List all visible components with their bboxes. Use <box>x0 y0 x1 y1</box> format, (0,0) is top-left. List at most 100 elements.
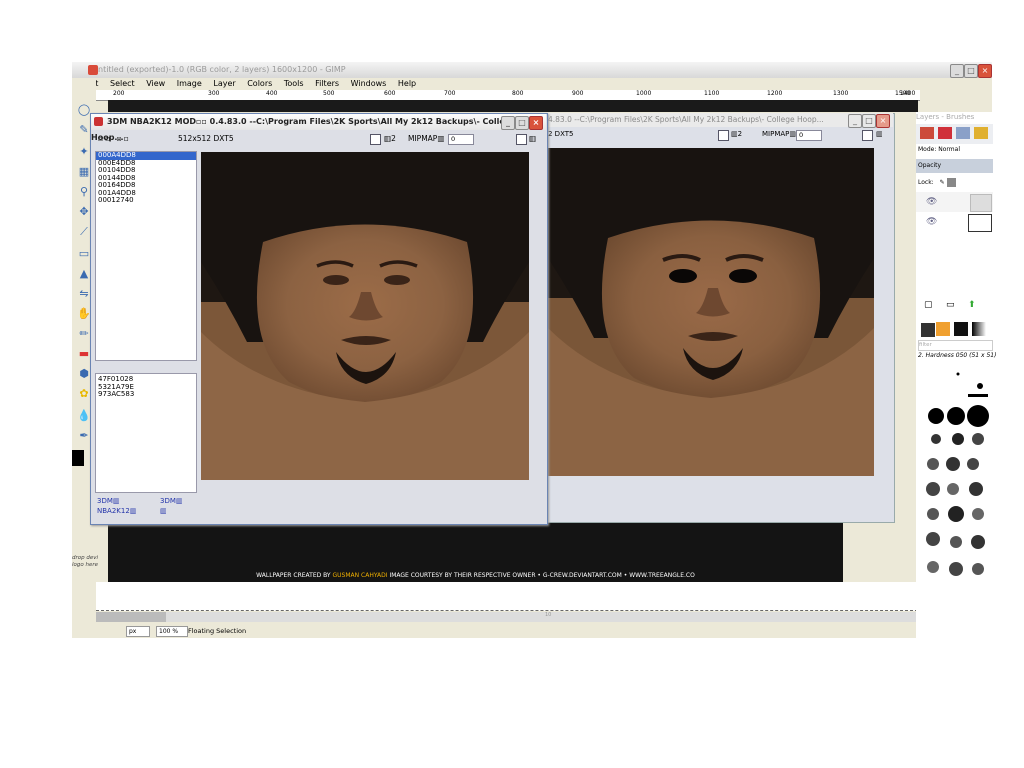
palettes-tab-icon[interactable] <box>972 322 986 336</box>
layer-row-floating[interactable]: 👁 <box>916 192 993 212</box>
credit-author: GUSMAN CAHYADI <box>332 572 388 579</box>
zoom-select[interactable]: 100 % <box>156 626 188 637</box>
ruler-tick: 1500 <box>895 90 911 97</box>
option-checkbox-2[interactable] <box>862 130 873 141</box>
close-icon[interactable]: × <box>978 64 992 78</box>
ruler-tick: 1000 <box>636 90 652 97</box>
brush-swatches <box>926 372 989 576</box>
texture-preview-original[interactable] <box>201 152 529 480</box>
gimp-title: ntitled (exported)-1.0 (RGB color, 2 lay… <box>98 65 346 74</box>
blur-icon[interactable]: 💧 <box>77 410 91 422</box>
brushes-tab-icon[interactable] <box>920 322 936 338</box>
color-select-icon[interactable]: ▦ <box>77 166 91 178</box>
eye-icon[interactable]: 👁 <box>926 217 937 227</box>
maximize-icon[interactable]: □ <box>964 64 978 78</box>
mipmap-spinner[interactable]: 0 <box>448 134 474 145</box>
ruler-tick: 400 <box>266 90 278 97</box>
cage-icon[interactable]: ✋ <box>77 308 91 320</box>
layer-row-background[interactable]: 👁 <box>916 212 993 232</box>
channels-tab-icon[interactable] <box>938 127 952 139</box>
option-label: ▥2 <box>384 134 396 143</box>
smudge-icon[interactable]: ✒ <box>77 430 91 442</box>
heal-icon[interactable]: ✿ <box>77 388 91 400</box>
list-item[interactable]: 00012740 <box>96 196 196 205</box>
brush-name: 2. Hardness 050 (51 x 51) <box>918 352 997 359</box>
lasso-icon[interactable]: ✎ <box>77 124 91 136</box>
tool-window-back-toolbar: 2 DXT5 ▥2 MIPMAP▥ 0 ▥ <box>540 128 893 141</box>
menu-image[interactable]: Image <box>177 79 202 88</box>
move-icon[interactable]: ✥ <box>77 206 91 218</box>
maximize-icon[interactable]: □ <box>862 114 876 128</box>
horizontal-scrollbar[interactable] <box>96 612 918 622</box>
brush-filter-input[interactable]: filter <box>918 340 993 351</box>
layers-tab-icon[interactable] <box>920 127 934 139</box>
brush-tabs <box>916 320 993 338</box>
minimize-icon[interactable]: _ <box>501 116 515 130</box>
foreground-color-swatch[interactable] <box>72 450 84 466</box>
airbrush-icon[interactable]: ⬢ <box>77 368 91 380</box>
ruler-tick: 800 <box>512 90 524 97</box>
pencil-icon[interactable]: ✏ <box>77 328 91 340</box>
ellipse-select-icon[interactable]: ◯ <box>77 104 91 116</box>
menu-colors[interactable]: Colors <box>247 79 272 88</box>
new-layer-icon[interactable]: ▢ <box>924 300 933 310</box>
toolbar-icons[interactable]: ▫▫ ▫▫ <box>98 132 131 146</box>
unit-select[interactable]: px <box>126 626 150 637</box>
minimize-icon[interactable]: _ <box>848 114 862 128</box>
fuzzy-select-icon[interactable]: ✦ <box>77 146 91 158</box>
flip-icon[interactable]: ⇋ <box>77 288 91 300</box>
panel-title: Layers - Brushes <box>916 113 975 121</box>
menu-layer[interactable]: Layer <box>213 79 235 88</box>
layer-mode[interactable]: Mode: Normal <box>918 146 960 153</box>
zoom-icon[interactable]: ⚲ <box>77 186 91 198</box>
gimp-title-bar: ntitled (exported)-1.0 (RGB color, 2 lay… <box>72 62 992 78</box>
eye-icon[interactable]: 👁 <box>926 197 937 207</box>
texture-list[interactable]: 000A4DD8 000E4DD8 00104DD8 00144DD8 0016… <box>95 151 197 361</box>
canvas-white-area[interactable] <box>96 582 918 611</box>
menu-help[interactable]: Help <box>398 79 416 88</box>
opacity-slider[interactable]: Opacity <box>916 159 993 173</box>
menu-view[interactable]: View <box>146 79 165 88</box>
gradients-tab-icon[interactable] <box>954 322 968 336</box>
menu-select[interactable]: Select <box>110 79 135 88</box>
status-text: Floating Selection <box>188 627 247 635</box>
gimp-app-icon <box>88 65 98 75</box>
option-checkbox-2[interactable] <box>516 134 527 145</box>
lock-alpha-icon[interactable] <box>946 178 956 187</box>
undo-tab-icon[interactable] <box>974 127 988 139</box>
menu-windows[interactable]: Windows <box>351 79 387 88</box>
menu-tools[interactable]: Tools <box>284 79 304 88</box>
ruler-tick: 500 <box>323 90 335 97</box>
ruler-tick: 1300 <box>833 90 849 97</box>
texture-format: 2 DXT5 <box>548 130 574 138</box>
scrollbar-thumb[interactable] <box>96 612 166 622</box>
footer-left: 3DM▥ NBA2K12▥ <box>97 496 136 516</box>
list-item[interactable]: 973AC583 <box>96 390 196 399</box>
file-list[interactable]: 47F01028 5321A79E 973AC583 <box>95 373 197 493</box>
close-icon[interactable]: × <box>529 116 543 130</box>
maximize-icon[interactable]: □ <box>515 116 529 130</box>
brush-grid[interactable] <box>918 364 993 584</box>
perspective-icon[interactable]: ▲ <box>77 268 91 280</box>
option-icon: ▥ <box>876 130 883 138</box>
lock-pixels-icon[interactable]: ✎ <box>940 179 945 186</box>
menu-filters[interactable]: Filters <box>315 79 339 88</box>
texture-preview-edited[interactable] <box>548 148 874 476</box>
measure-icon[interactable]: ⟋ <box>77 226 91 238</box>
credit-prefix: WALLPAPER CREATED BY <box>256 572 333 579</box>
folder-icon[interactable]: ▭ <box>946 300 955 310</box>
option-checkbox[interactable] <box>718 130 729 141</box>
tool-window-back-title: 4.83.0 --C:\Program Files\2K Sports\All … <box>548 115 824 124</box>
status-bar: px 100 % Floating Selection <box>96 624 918 638</box>
close-icon[interactable]: × <box>876 114 890 128</box>
paths-tab-icon[interactable] <box>956 127 970 139</box>
patterns-tab-icon[interactable] <box>936 322 950 336</box>
crop-icon[interactable]: ▭ <box>77 248 91 260</box>
minimize-icon[interactable]: _ <box>950 64 964 78</box>
raise-layer-icon[interactable]: ⬆ <box>968 300 976 310</box>
credit-suffix: IMAGE COURTESY BY THEIR RESPECTIVE OWNER… <box>387 572 695 579</box>
opacity-label: Opacity <box>918 162 942 169</box>
option-checkbox[interactable] <box>370 134 381 145</box>
eraser-icon[interactable]: ▬ <box>77 348 91 360</box>
mipmap-spinner[interactable]: 0 <box>796 130 822 141</box>
